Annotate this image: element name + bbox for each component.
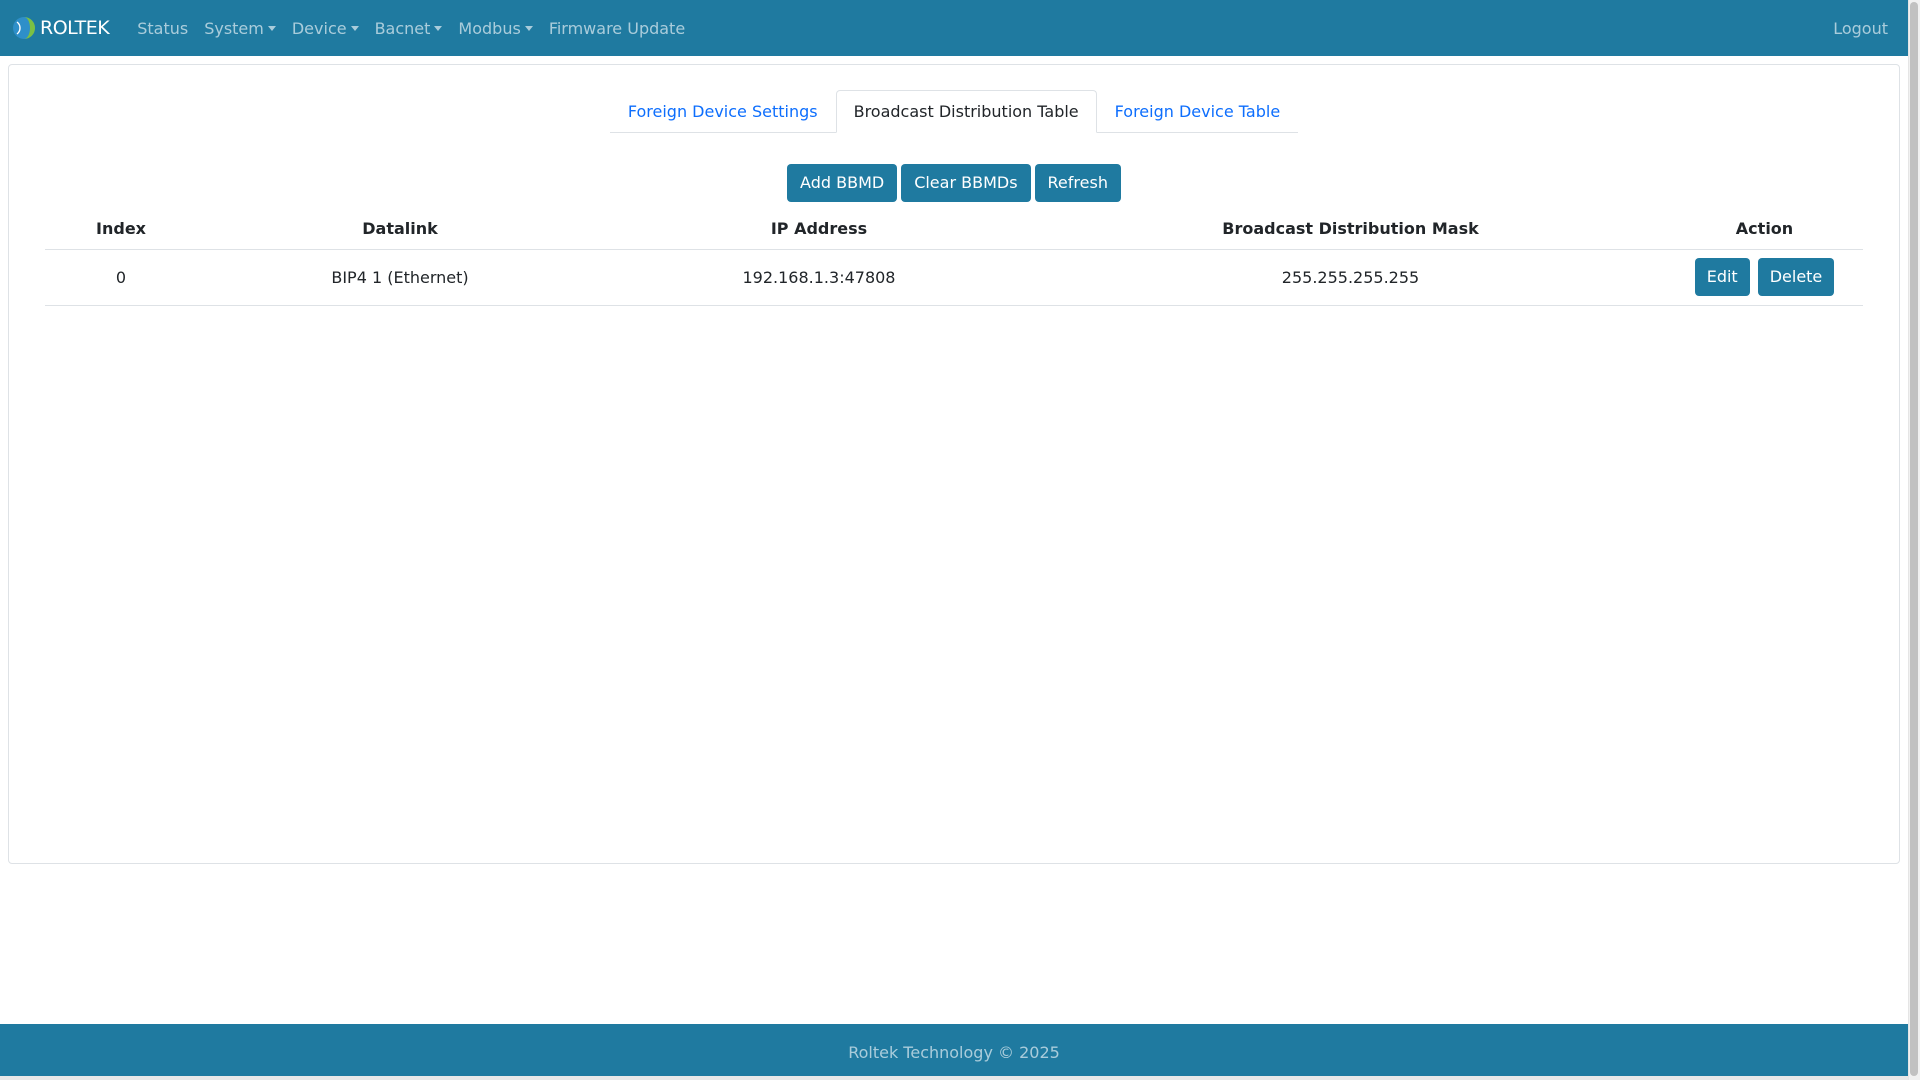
nav-firmware-update[interactable]: Firmware Update (541, 19, 693, 38)
action-cell: Edit Delete (1666, 250, 1863, 305)
cell-mask: 255.255.255.255 (1035, 249, 1666, 306)
roltek-logo-icon (13, 17, 35, 39)
cell-datalink: BIP4 1 (Ethernet) (197, 249, 603, 306)
tab-foreign-device-table[interactable]: Foreign Device Table (1097, 90, 1299, 133)
clear-bbmds-button[interactable]: Clear BBMDs (901, 164, 1031, 202)
logout-link[interactable]: Logout (1833, 19, 1896, 38)
nav-firmware-update-label: Firmware Update (548, 18, 686, 38)
cell-index: 0 (45, 249, 197, 306)
vertical-scrollbar[interactable] (1908, 0, 1920, 1080)
nav-modbus-label: Modbus (458, 18, 521, 38)
action-button-row: Add BBMD Clear BBMDs Refresh (9, 164, 1899, 202)
caret-down-icon (350, 25, 359, 31)
nav-system-label: System (204, 18, 264, 38)
tab-foreign-device-settings[interactable]: Foreign Device Settings (610, 90, 836, 133)
edit-button[interactable]: Edit (1694, 258, 1750, 296)
header-ip-address: IP Address (603, 208, 1035, 250)
table-header-row: Index Datalink IP Address Broadcast Dist… (45, 208, 1863, 250)
delete-button[interactable]: Delete (1757, 258, 1835, 296)
refresh-button[interactable]: Refresh (1034, 164, 1121, 202)
cell-ip-address: 192.168.1.3:47808 (603, 249, 1035, 306)
bdt-table-wrap: Index Datalink IP Address Broadcast Dist… (45, 208, 1863, 306)
footer: Roltek Technology © 2025 (0, 1024, 1908, 1080)
cell-action: Edit Delete (1666, 249, 1863, 306)
footer-copyright: Roltek Technology © 2025 (848, 1042, 1060, 1062)
tabs: Foreign Device Settings Broadcast Distri… (9, 90, 1899, 133)
horizontal-scrollbar[interactable] (0, 1076, 1908, 1080)
header-broadcast-distribution-mask: Broadcast Distribution Mask (1035, 208, 1666, 250)
nav-status[interactable]: Status (129, 19, 196, 38)
nav-bacnet-label: Bacnet (374, 18, 431, 38)
caret-down-icon (434, 25, 443, 31)
header-action: Action (1666, 208, 1863, 250)
nav-system[interactable]: System (196, 19, 284, 38)
content-card: Foreign Device Settings Broadcast Distri… (8, 64, 1900, 864)
nav-links: Status System Device Bacnet Modbus Firmw… (129, 19, 693, 38)
brand[interactable]: ROLTEK (12, 16, 110, 40)
scrollbar-thumb[interactable] (1910, 2, 1918, 1076)
nav-status-label: Status (137, 18, 189, 38)
nav-device-label: Device (291, 18, 347, 38)
page: ROLTEK Status System Device Bacnet Modbu… (0, 0, 1920, 1080)
bdt-table: Index Datalink IP Address Broadcast Dist… (45, 208, 1863, 306)
brand-name: ROLTEK (40, 17, 110, 39)
caret-down-icon (524, 25, 533, 31)
header-datalink: Datalink (197, 208, 603, 250)
caret-down-icon (267, 25, 276, 31)
nav-modbus[interactable]: Modbus (450, 19, 540, 38)
nav-bacnet[interactable]: Bacnet (367, 19, 451, 38)
nav-device[interactable]: Device (284, 19, 367, 38)
header-index: Index (45, 208, 197, 250)
tab-list: Foreign Device Settings Broadcast Distri… (609, 90, 1299, 133)
navbar: ROLTEK Status System Device Bacnet Modbu… (0, 0, 1908, 56)
table-row: 0 BIP4 1 (Ethernet) 192.168.1.3:47808 25… (45, 249, 1863, 306)
tab-broadcast-distribution-table[interactable]: Broadcast Distribution Table (835, 90, 1097, 133)
add-bbmd-button[interactable]: Add BBMD (787, 164, 898, 202)
